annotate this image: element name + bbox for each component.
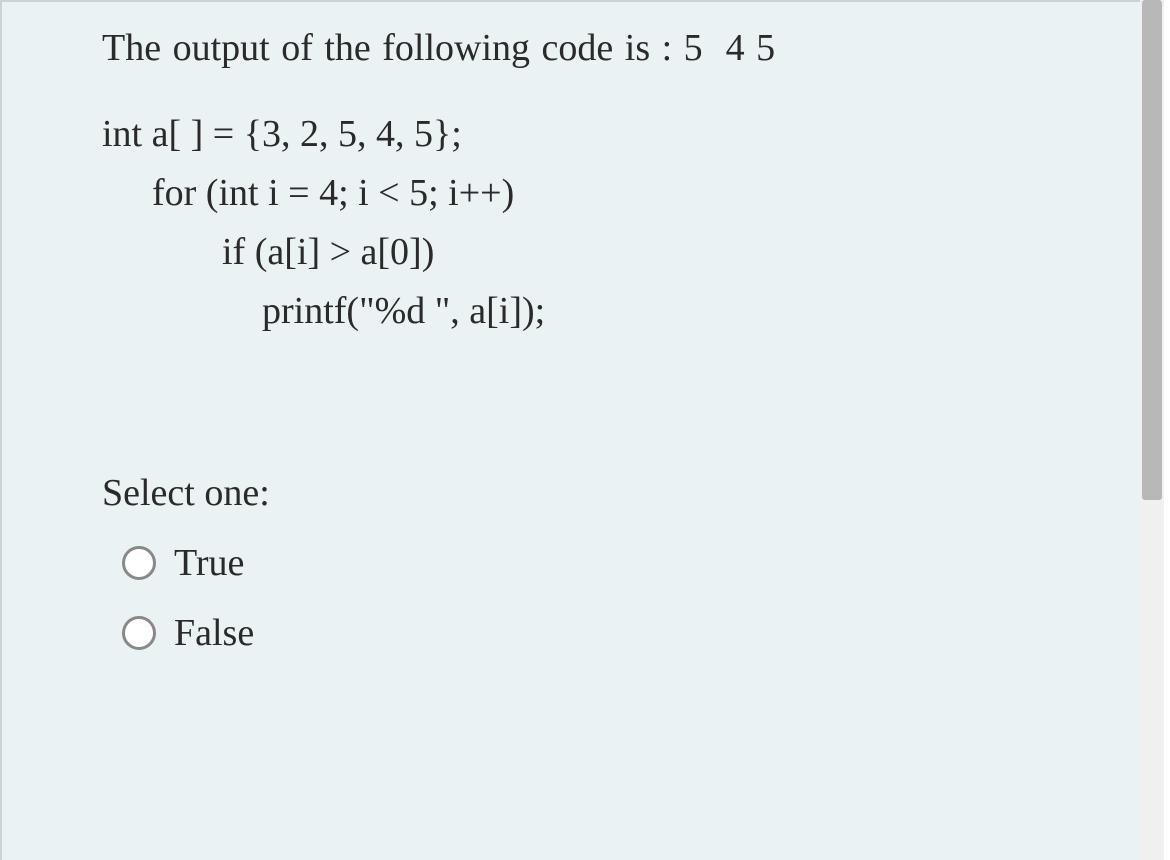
option-false-row: False xyxy=(122,611,1090,655)
question-container: The output of the following code is : 5 … xyxy=(0,0,1150,860)
code-line: if (a[i] > a[0]) xyxy=(222,223,1090,282)
code-line: int a[ ] = {3, 2, 5, 4, 5}; xyxy=(102,105,1090,164)
option-false-label[interactable]: False xyxy=(174,611,254,655)
code-line: printf("%d ", a[i]); xyxy=(262,282,1090,341)
select-prompt: Select one: xyxy=(102,471,1090,515)
option-true-row: True xyxy=(122,541,1090,585)
code-block: int a[ ] = {3, 2, 5, 4, 5}; for (int i =… xyxy=(102,105,1090,341)
question-prompt: The output of the following code is : 5 … xyxy=(102,20,1090,77)
code-line: for (int i = 4; i < 5; i++) xyxy=(152,164,1090,223)
radio-true[interactable] xyxy=(122,546,156,580)
scrollbar-track[interactable] xyxy=(1140,0,1164,860)
scrollbar-thumb[interactable] xyxy=(1142,0,1162,500)
radio-false[interactable] xyxy=(122,616,156,650)
option-true-label[interactable]: True xyxy=(174,541,244,585)
